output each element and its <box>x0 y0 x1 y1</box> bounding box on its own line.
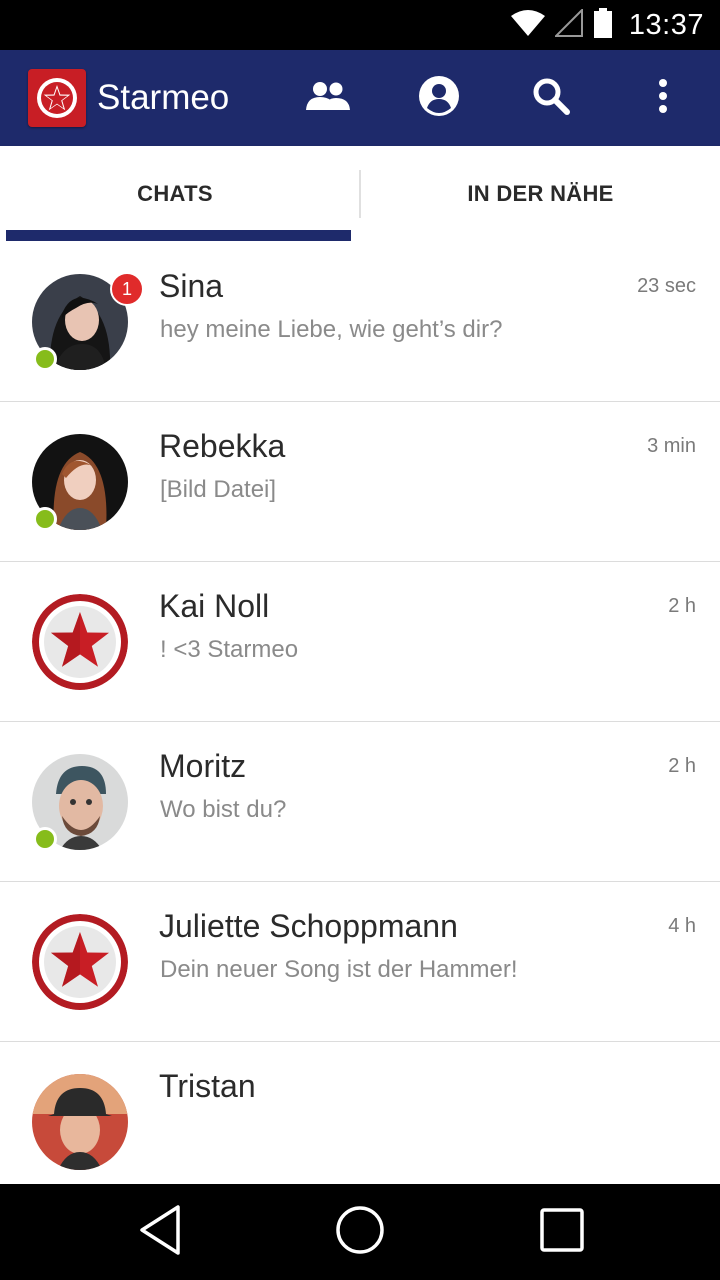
more-button[interactable] <box>638 73 688 123</box>
home-button[interactable] <box>330 1202 390 1262</box>
message-time: 3 min <box>647 435 696 457</box>
last-message: Wo bist du? <box>160 796 287 823</box>
home-icon <box>335 1205 385 1260</box>
online-indicator <box>33 347 57 371</box>
system-nav-bar <box>0 1184 720 1280</box>
app-bar: Starmeo <box>0 50 720 146</box>
profile-button[interactable] <box>414 73 464 123</box>
search-icon <box>532 77 570 120</box>
online-indicator <box>33 507 57 531</box>
message-time: 4 h <box>668 915 696 937</box>
starmeo-avatar-icon <box>32 594 128 690</box>
message-time: 23 sec <box>637 275 696 297</box>
contact-name: Kai Noll <box>159 588 270 624</box>
last-message: Dein neuer Song ist der Hammer! <box>160 956 518 983</box>
starmeo-avatar-icon <box>32 914 128 1010</box>
back-button[interactable] <box>130 1202 190 1262</box>
wifi-icon <box>510 9 545 42</box>
message-time: 2 h <box>668 755 696 777</box>
signal-icon <box>553 7 583 42</box>
contact-name: Moritz <box>159 748 247 784</box>
status-clock: 13:37 <box>628 8 704 41</box>
chat-row-rebekka[interactable]: Rebekka [Bild Datei] 3 min <box>0 402 720 562</box>
contacts-button[interactable] <box>303 73 353 123</box>
tab-indicator <box>6 230 351 241</box>
recents-icon <box>539 1207 585 1258</box>
chat-row-kai-noll[interactable]: Kai Noll ! <3 Starmeo 2 h <box>0 562 720 722</box>
status-bar: 13:37 <box>0 0 720 50</box>
battery-icon <box>593 7 613 43</box>
chat-row-moritz[interactable]: Moritz Wo bist du? 2 h <box>0 722 720 882</box>
status-icons: 13:37 <box>510 0 704 50</box>
tab-chats[interactable]: CHATS <box>0 146 350 242</box>
app-title: Starmeo <box>97 78 230 117</box>
message-time: 2 h <box>668 595 696 617</box>
chat-row-tristan[interactable]: Tristan <box>0 1042 720 1184</box>
unread-badge: 1 <box>110 272 144 306</box>
last-message: ! <3 Starmeo <box>160 636 299 663</box>
contact-name: Juliette Schoppmann <box>159 908 458 944</box>
online-indicator <box>33 827 57 851</box>
profile-icon <box>418 75 460 122</box>
tab-nearby[interactable]: IN DER NÄHE <box>361 146 720 242</box>
back-icon <box>138 1204 182 1261</box>
last-message: hey meine Liebe, wie geht’s dir? <box>160 316 503 343</box>
tab-bar: CHATS IN DER NÄHE <box>0 146 720 242</box>
recents-button[interactable] <box>532 1202 592 1262</box>
last-message: [Bild Datei] <box>160 476 277 503</box>
avatar <box>32 1074 128 1170</box>
chat-row-juliette-schoppmann[interactable]: Juliette Schoppmann Dein neuer Song ist … <box>0 882 720 1042</box>
contact-name: Rebekka <box>159 428 286 464</box>
more-icon <box>657 78 669 119</box>
chat-list: 1 Sina hey meine Liebe, wie geht’s dir? … <box>0 242 720 1184</box>
starmeo-logo-icon <box>28 69 86 127</box>
search-button[interactable] <box>526 73 576 123</box>
contacts-icon <box>305 81 351 116</box>
contact-name: Sina <box>159 268 224 304</box>
chat-row-sina[interactable]: 1 Sina hey meine Liebe, wie geht’s dir? … <box>0 242 720 402</box>
contact-name: Tristan <box>159 1068 256 1104</box>
